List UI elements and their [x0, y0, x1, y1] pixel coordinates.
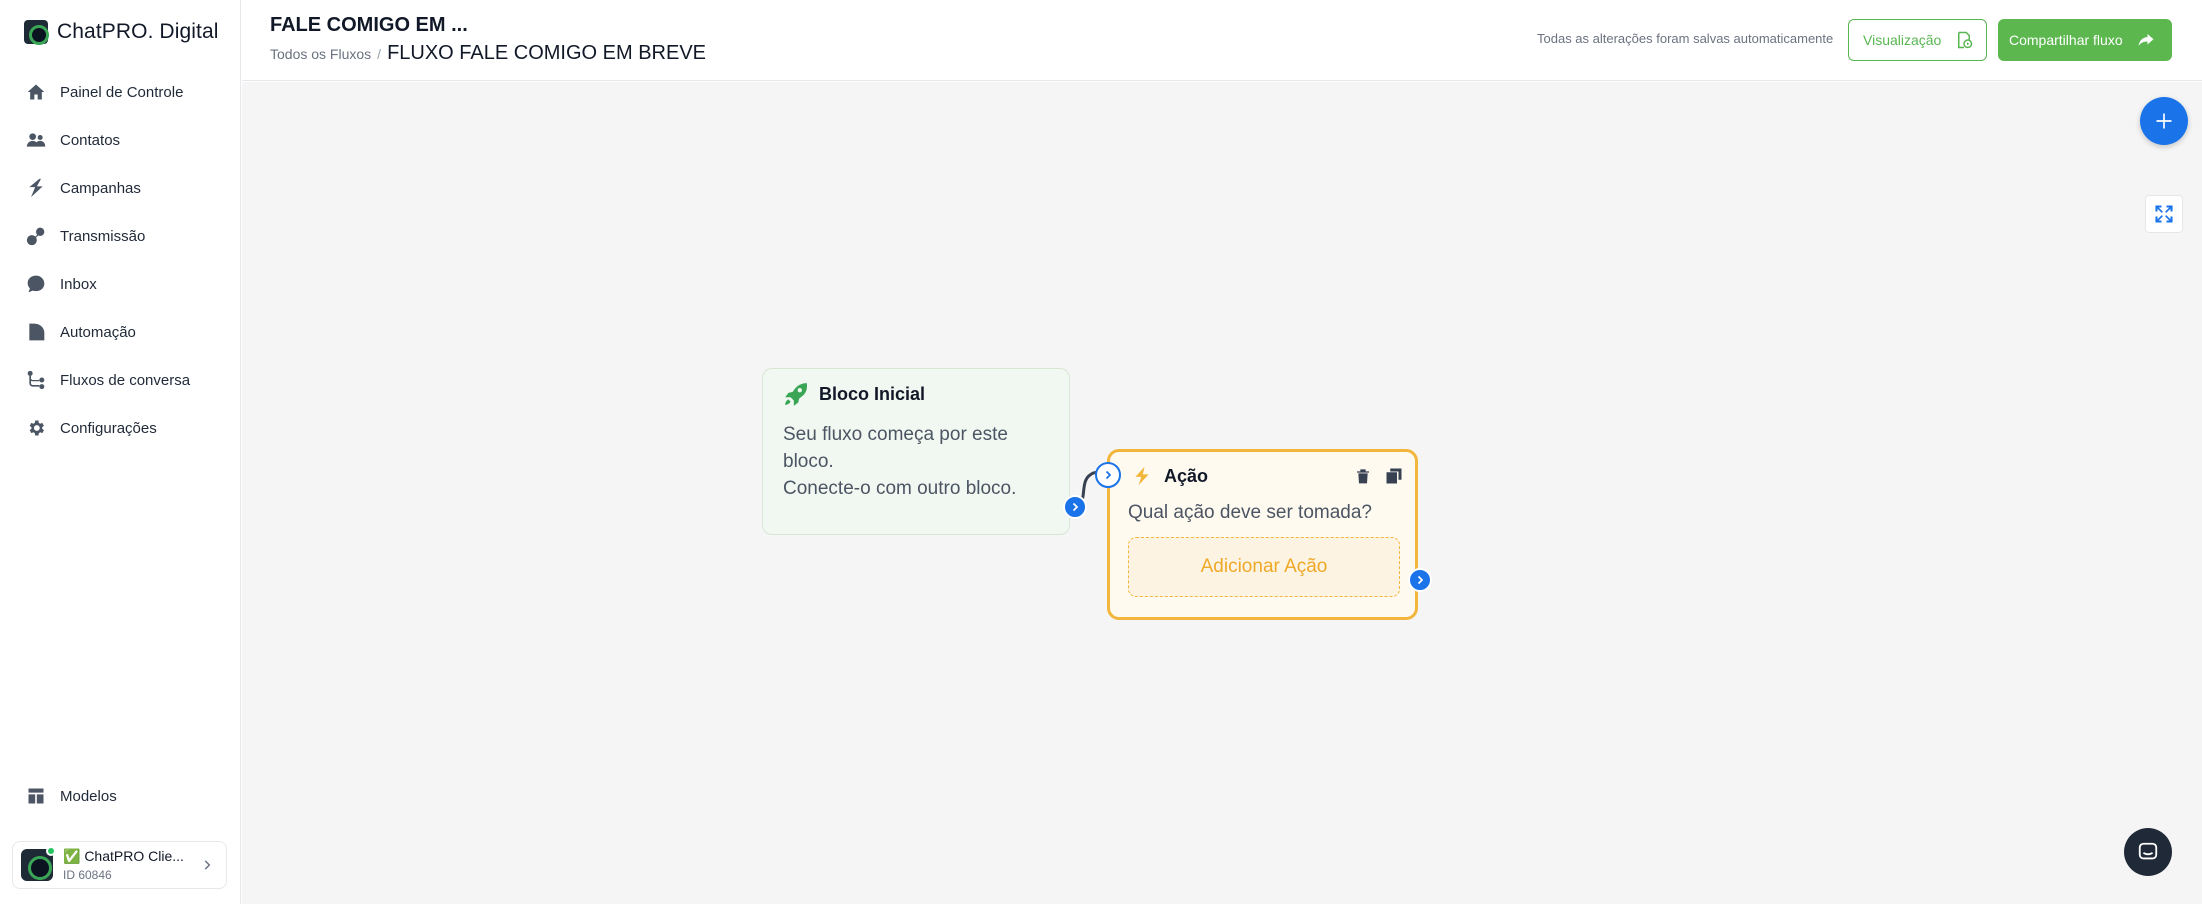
account-switcher[interactable]: ✅ ChatPRO Clie... ID 60846 — [12, 841, 227, 889]
breadcrumb-current: FLUXO FALE COMIGO EM BREVE — [387, 42, 707, 64]
page-title: FALE COMIGO EM ... — [270, 14, 468, 36]
sidebar-item-label: Transmissão — [60, 227, 146, 245]
sidebar-item-label: Painel de Controle — [60, 83, 184, 101]
sidebar: ChatPRO. Digital Painel de Controle Cont… — [0, 0, 241, 904]
sidebar-item-transmissao[interactable]: Transmissão — [0, 212, 240, 260]
trash-icon[interactable] — [1355, 467, 1371, 485]
start-block-output-connector[interactable] — [1063, 495, 1087, 519]
duplicate-icon[interactable] — [1385, 467, 1403, 485]
sidebar-item-label: Campanhas — [60, 179, 141, 197]
sidebar-item-painel[interactable]: Painel de Controle — [0, 68, 240, 116]
start-block[interactable]: Bloco Inicial Seu fluxo começa por este … — [762, 368, 1070, 535]
start-block-line-1: Seu fluxo começa por este bloco. — [783, 424, 1008, 472]
share-flow-button[interactable]: Compartilhar fluxo — [1998, 19, 2172, 61]
chat-bubble-icon — [27, 275, 45, 293]
support-chat-button[interactable] — [2124, 828, 2172, 876]
sidebar-item-contatos[interactable]: Contatos — [0, 116, 240, 164]
chevron-right-icon — [1417, 575, 1424, 585]
sidebar-item-inbox[interactable]: Inbox — [0, 260, 240, 308]
action-question: Qual ação deve ser tomada? — [1128, 502, 1372, 523]
start-block-title: Bloco Inicial — [819, 383, 926, 404]
brand[interactable]: ChatPRO. Digital — [24, 20, 219, 45]
bolt-icon — [29, 178, 43, 198]
breadcrumb-all-flows-link[interactable]: Todos os Fluxos — [270, 46, 371, 62]
brand-logo-icon — [24, 20, 49, 45]
sidebar-item-automacao[interactable]: Automação — [0, 308, 240, 356]
avatar — [21, 846, 56, 881]
sidebar-item-label: Configurações — [60, 419, 157, 437]
autosave-status: Todas as alterações foram salvas automat… — [1537, 31, 1834, 46]
action-block-output-connector[interactable] — [1408, 568, 1432, 592]
preview-button[interactable]: Visualização — [1848, 19, 1987, 61]
preview-icon — [1958, 31, 1973, 49]
chevron-right-icon — [1072, 502, 1079, 512]
sidebar-item-campanhas[interactable]: Campanhas — [0, 164, 240, 212]
action-block-input-connector[interactable] — [1095, 462, 1121, 488]
breadcrumb: Todos os Fluxos / FLUXO FALE COMIGO EM B… — [270, 42, 706, 65]
sidebar-nav: Painel de Controle Contatos Campanhas Tr… — [0, 68, 240, 452]
add-action-button[interactable]: Adicionar Ação — [1128, 537, 1400, 597]
sidebar-item-label: Fluxos de conversa — [60, 371, 191, 389]
sidebar-item-modelos[interactable]: Modelos — [0, 772, 240, 820]
account-name: ✅ ChatPRO Clie... — [63, 848, 184, 864]
broadcast-icon — [26, 227, 45, 246]
chat-window-icon — [2138, 842, 2158, 860]
share-icon — [2138, 34, 2154, 46]
fit-view-button[interactable] — [2145, 195, 2183, 233]
gear-icon — [29, 420, 44, 436]
chevron-right-icon — [204, 860, 211, 870]
sidebar-item-configuracoes[interactable]: Configurações — [0, 404, 240, 452]
automation-icon — [29, 323, 45, 341]
online-status-dot — [46, 846, 56, 856]
start-block-description: Seu fluxo começa por este bloco. Conecte… — [763, 407, 1069, 502]
flow-canvas[interactable]: Bloco Inicial Seu fluxo começa por este … — [242, 82, 2202, 904]
flow-header: FALE COMIGO EM ... Todos os Fluxos / FLU… — [242, 0, 2202, 81]
sidebar-item-label: Modelos — [60, 787, 117, 805]
start-block-line-2: Conecte-o com outro bloco. — [783, 478, 1017, 499]
home-icon — [27, 84, 45, 100]
sidebar-item-label: Inbox — [60, 275, 97, 293]
plus-icon — [2156, 113, 2172, 129]
start-block-header: Bloco Inicial — [763, 369, 1069, 407]
breadcrumb-separator: / — [377, 46, 382, 62]
action-block[interactable]: Ação Qual ação deve ser tomada? Adiciona… — [1107, 449, 1418, 620]
preview-button-label: Visualização — [1863, 32, 1942, 48]
sidebar-item-label: Automação — [60, 323, 136, 341]
share-button-label: Compartilhar fluxo — [2009, 32, 2123, 48]
rocket-icon — [785, 383, 808, 406]
action-block-title: Ação — [1164, 465, 1209, 486]
sidebar-item-fluxos[interactable]: Fluxos de conversa — [0, 356, 240, 404]
templates-icon — [28, 788, 44, 804]
expand-icon — [2155, 205, 2173, 223]
brand-name: ChatPRO. Digital — [57, 20, 219, 43]
action-block-tools — [1355, 467, 1403, 485]
flow-icon — [27, 370, 45, 390]
users-icon — [26, 133, 46, 147]
account-id: ID 60846 — [63, 868, 112, 882]
sidebar-bottom-nav: Modelos — [0, 772, 240, 820]
sidebar-item-label: Contatos — [60, 131, 121, 149]
add-block-button[interactable] — [2140, 97, 2188, 145]
bolt-icon — [1135, 466, 1149, 486]
account-info: ✅ ChatPRO Clie... ID 60846 — [63, 848, 184, 882]
chevron-right-icon — [1105, 470, 1112, 480]
